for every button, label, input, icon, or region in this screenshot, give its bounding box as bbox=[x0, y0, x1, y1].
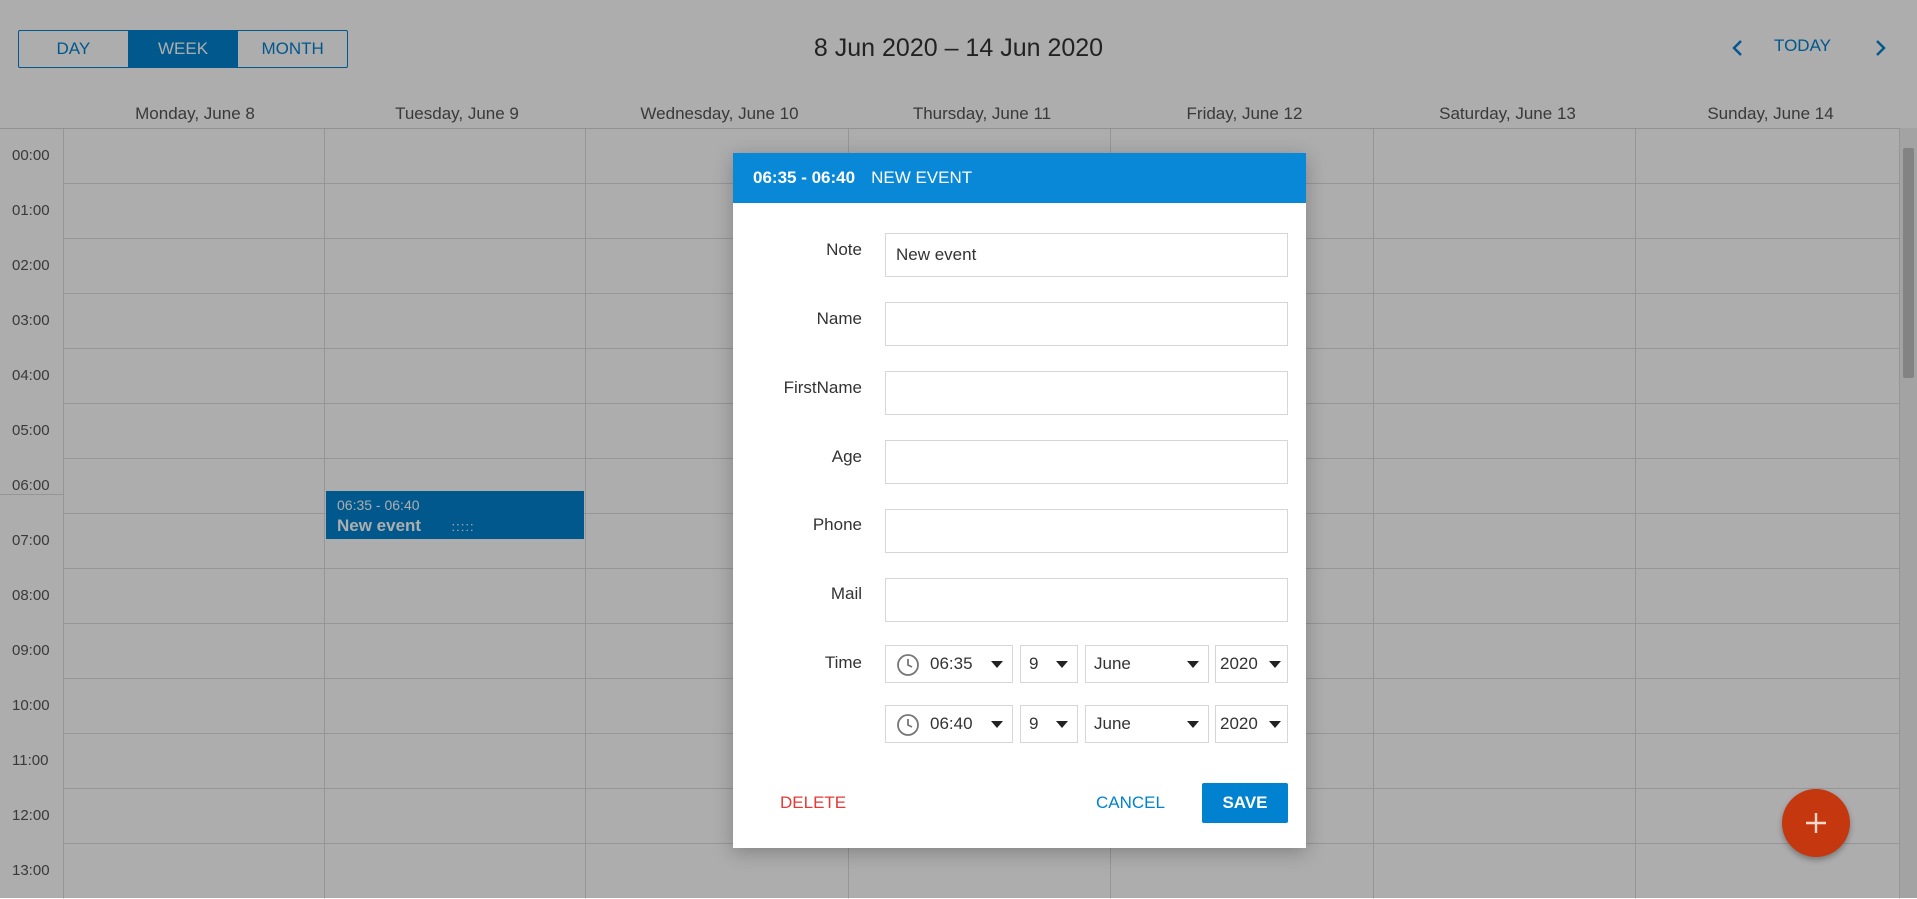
caret-down-icon bbox=[991, 661, 1003, 668]
start-month-select[interactable]: June bbox=[1085, 645, 1209, 683]
caret-down-icon bbox=[991, 721, 1003, 728]
note-input[interactable] bbox=[885, 233, 1288, 277]
caret-down-icon bbox=[1187, 721, 1199, 728]
event-dialog: 06:35 - 06:40 NEW EVENT Note Name FirstN… bbox=[733, 153, 1306, 848]
start-month-value: June bbox=[1094, 654, 1131, 673]
start-day-select[interactable]: 9 bbox=[1020, 645, 1078, 683]
start-year-value: 2020 bbox=[1220, 654, 1258, 673]
start-time-value: 06:35 bbox=[930, 654, 973, 673]
note-label: Note bbox=[826, 240, 862, 259]
time-label: Time bbox=[824, 653, 862, 672]
caret-down-icon bbox=[1269, 721, 1281, 728]
caret-down-icon bbox=[1056, 661, 1068, 668]
add-event-button[interactable] bbox=[1782, 789, 1850, 857]
end-time-value: 06:40 bbox=[930, 714, 973, 733]
caret-down-icon bbox=[1269, 661, 1281, 668]
delete-button[interactable]: DELETE bbox=[780, 793, 846, 813]
start-time-select[interactable]: 06:35 bbox=[885, 645, 1013, 683]
mail-label: Mail bbox=[830, 584, 862, 603]
dialog-header-time: 06:35 - 06:40 bbox=[753, 168, 856, 187]
firstname-input[interactable] bbox=[885, 371, 1288, 415]
name-input[interactable] bbox=[885, 302, 1288, 346]
phone-label: Phone bbox=[812, 515, 862, 534]
end-month-value: June bbox=[1094, 714, 1131, 733]
age-label: Age bbox=[831, 447, 862, 466]
age-input[interactable] bbox=[885, 440, 1288, 484]
end-day-select[interactable]: 9 bbox=[1020, 705, 1078, 743]
start-day-value: 9 bbox=[1029, 654, 1039, 673]
end-year-value: 2020 bbox=[1220, 714, 1258, 733]
dialog-header: 06:35 - 06:40 NEW EVENT bbox=[733, 153, 1306, 203]
clock-icon bbox=[897, 714, 919, 736]
caret-down-icon bbox=[1187, 661, 1199, 668]
name-label: Name bbox=[816, 309, 862, 328]
caret-down-icon bbox=[1056, 721, 1068, 728]
start-year-select[interactable]: 2020 bbox=[1215, 645, 1288, 683]
end-time-select[interactable]: 06:40 bbox=[885, 705, 1013, 743]
cancel-button[interactable]: CANCEL bbox=[1096, 793, 1165, 813]
phone-input[interactable] bbox=[885, 509, 1288, 553]
end-day-value: 9 bbox=[1029, 714, 1039, 733]
end-month-select[interactable]: June bbox=[1085, 705, 1209, 743]
mail-input[interactable] bbox=[885, 578, 1288, 622]
plus-icon bbox=[1806, 813, 1826, 833]
firstname-label: FirstName bbox=[783, 378, 862, 397]
clock-icon bbox=[897, 654, 919, 676]
end-year-select[interactable]: 2020 bbox=[1215, 705, 1288, 743]
save-button[interactable]: SAVE bbox=[1202, 783, 1288, 823]
dialog-header-title: NEW EVENT bbox=[871, 168, 973, 187]
